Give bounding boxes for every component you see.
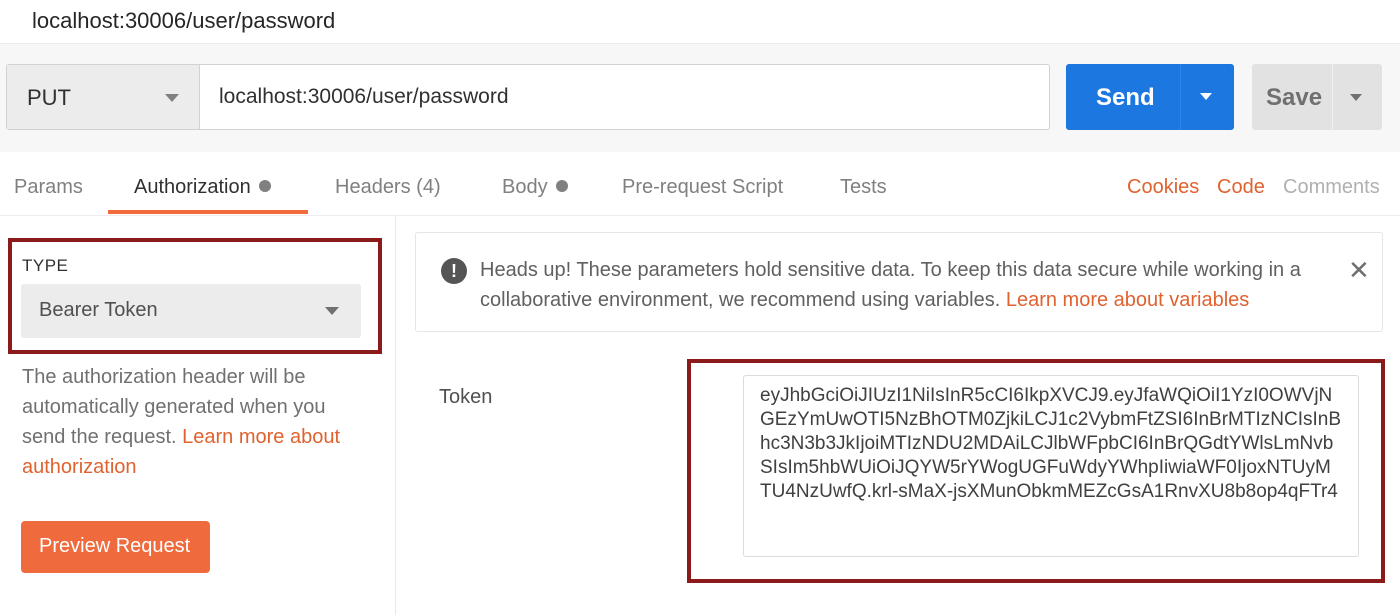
send-divider <box>1180 64 1181 130</box>
comments-link[interactable]: Comments <box>1283 176 1380 199</box>
window-title-bar: localhost:30006/user/password <box>0 0 1400 44</box>
request-bar: PUT Send Save <box>0 44 1400 152</box>
send-label: Send <box>1096 84 1155 111</box>
chevron-down-icon <box>325 307 339 315</box>
auth-type-select[interactable]: Bearer Token <box>21 284 361 338</box>
code-link[interactable]: Code <box>1217 176 1265 199</box>
tab-tests[interactable]: Tests <box>840 176 887 199</box>
tab-authorization[interactable]: Authorization <box>134 176 271 199</box>
url-group: PUT <box>6 64 1050 130</box>
auth-type-value: Bearer Token <box>39 299 158 321</box>
tab-body[interactable]: Body <box>502 176 568 199</box>
send-options-chevron-icon[interactable] <box>1200 93 1212 100</box>
tab-headers[interactable]: Headers (4) <box>335 176 441 199</box>
url-input[interactable] <box>201 65 1049 129</box>
auth-type-highlight: TYPE Bearer Token <box>8 238 382 354</box>
method-label: PUT <box>27 85 71 110</box>
sensitive-data-warning: ! Heads up! These parameters hold sensit… <box>415 232 1383 332</box>
modified-dot-icon <box>258 180 271 192</box>
tab-pre-request-script[interactable]: Pre-request Script <box>622 176 783 199</box>
save-divider <box>1332 64 1333 130</box>
save-options-chevron-icon[interactable] <box>1350 94 1362 101</box>
auth-description: The authorization header will be automat… <box>22 362 372 482</box>
request-tabs: Params Authorization Headers (4) Body Pr… <box>0 152 1400 216</box>
auth-details-panel: ! Heads up! These parameters hold sensit… <box>397 216 1400 615</box>
tab-body-label: Body <box>502 176 548 198</box>
tab-headers-count: (4) <box>416 176 441 198</box>
tab-authorization-label: Authorization <box>134 176 251 198</box>
active-tab-indicator <box>108 210 308 214</box>
learn-more-variables-link[interactable]: Learn more about variables <box>1006 289 1249 311</box>
save-button[interactable]: Save <box>1252 64 1382 130</box>
window-title: localhost:30006/user/password <box>32 8 336 33</box>
tab-params[interactable]: Params <box>14 176 83 199</box>
token-input[interactable]: eyJhbGciOiJIUzI1NiIsInR5cCI6IkpXVCJ9.eyJ… <box>743 375 1359 557</box>
warning-message: Heads up! These parameters hold sensitiv… <box>480 255 1340 315</box>
save-label: Save <box>1266 84 1323 111</box>
token-label: Token <box>439 386 493 408</box>
modified-dot-icon <box>555 180 568 192</box>
exclamation-icon: ! <box>441 258 467 284</box>
token-highlight: eyJhbGciOiJIUzI1NiIsInR5cCI6IkpXVCJ9.eyJ… <box>687 359 1385 583</box>
preview-request-button[interactable]: Preview Request <box>21 521 210 573</box>
close-icon[interactable]: ✕ <box>1348 257 1370 283</box>
auth-type-panel: TYPE Bearer Token The authorization head… <box>0 216 396 615</box>
tab-headers-label: Headers <box>335 176 411 198</box>
chevron-down-icon <box>165 94 179 102</box>
method-dropdown[interactable]: PUT <box>7 65 200 129</box>
type-label: TYPE <box>22 256 69 275</box>
cookies-link[interactable]: Cookies <box>1127 176 1199 199</box>
send-button[interactable]: Send <box>1066 64 1234 130</box>
